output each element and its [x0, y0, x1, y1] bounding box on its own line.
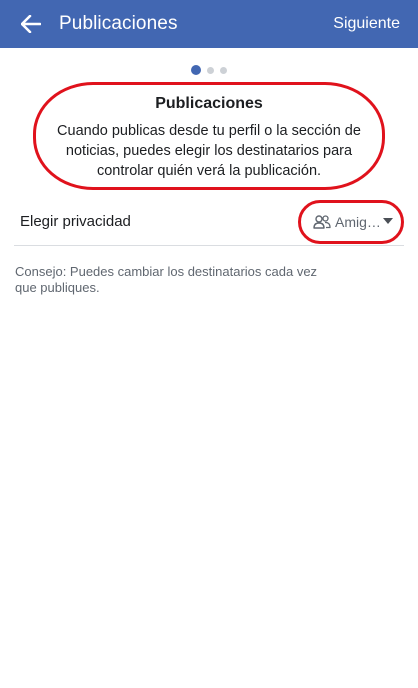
friends-icon	[313, 214, 331, 230]
page-indicator	[0, 64, 418, 76]
caret-down-icon	[383, 218, 393, 224]
privacy-selected-value: Amig…	[335, 214, 381, 230]
privacy-row: Elegir privacidad Amig…	[14, 198, 404, 246]
back-button[interactable]	[7, 0, 55, 48]
page-dot-active	[191, 65, 201, 75]
tip-text: Consejo: Puedes cambiar los destinatario…	[15, 264, 318, 295]
intro-title: Publicaciones	[155, 95, 263, 112]
privacy-dropdown[interactable]: Amig…	[298, 200, 404, 244]
back-arrow-icon	[21, 15, 41, 33]
page-title: Publicaciones	[59, 13, 178, 34]
app-screen: Publicaciones Siguiente Publicaciones Cu…	[0, 0, 418, 688]
next-button[interactable]: Siguiente	[333, 0, 400, 48]
intro-description: Cuando publicas desde tu perfil o la sec…	[57, 123, 361, 179]
page-dot	[207, 66, 214, 74]
privacy-label: Elegir privacidad	[20, 213, 131, 230]
page-dot	[220, 66, 227, 74]
top-bar: Publicaciones Siguiente	[0, 0, 418, 48]
intro-section: Publicaciones Cuando publicas desde tu p…	[33, 82, 385, 190]
